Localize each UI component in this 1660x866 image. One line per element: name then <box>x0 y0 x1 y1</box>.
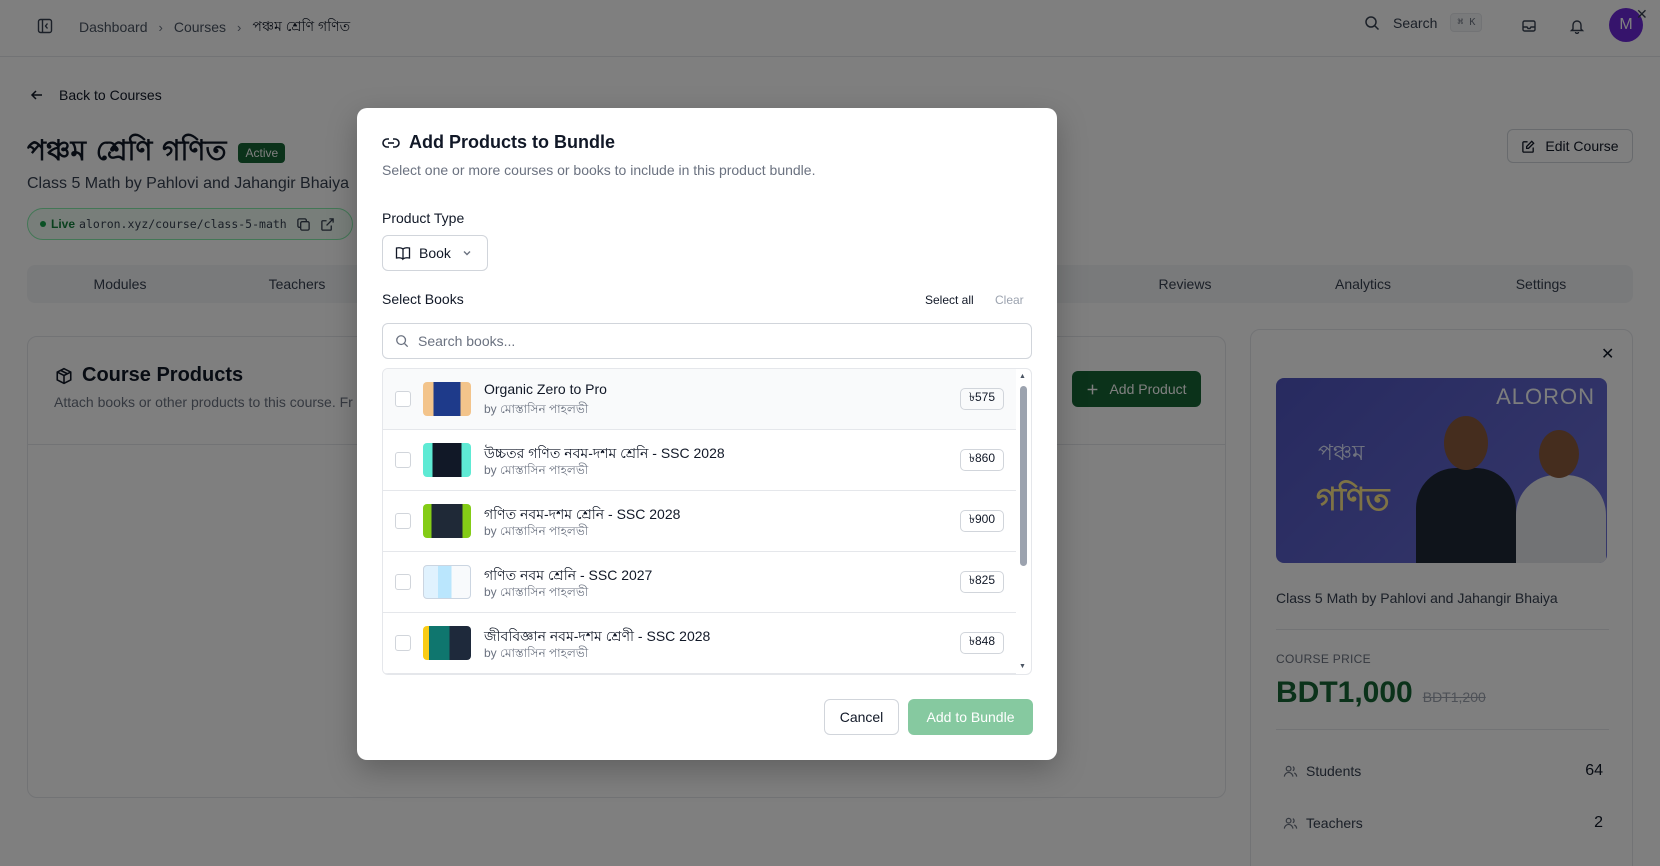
list-item[interactable]: Organic Zero to Pro by মোস্তাসিন পাহলভী … <box>383 369 1016 430</box>
book-cover <box>423 626 471 660</box>
book-price: ৳900 <box>960 510 1004 532</box>
book-checkbox[interactable] <box>395 452 411 468</box>
book-author: by মোস্তাসিন পাহলভী <box>484 463 589 477</box>
book-price: ৳848 <box>960 632 1004 654</box>
book-price: ৳860 <box>960 449 1004 471</box>
book-cover <box>423 565 471 599</box>
search-books-input[interactable] <box>418 333 1018 349</box>
book-checkbox[interactable] <box>395 635 411 651</box>
book-cover <box>423 382 471 416</box>
select-books-label: Select Books <box>382 291 464 307</box>
book-author: by মোস্তাসিন পাহলভী <box>484 402 589 416</box>
search-icon <box>396 335 409 348</box>
dialog-title: Add Products to Bundle <box>381 132 615 153</box>
book-price: ৳575 <box>960 388 1004 410</box>
dialog-title-text: Add Products to Bundle <box>409 132 615 152</box>
book-list: Organic Zero to Pro by মোস্তাসিন পাহলভী … <box>382 368 1032 675</box>
list-item[interactable]: গণিত নবম শ্রেনি - SSC 2027 by মোস্তাসিন … <box>383 552 1016 613</box>
book-checkbox[interactable] <box>395 391 411 407</box>
book-title: Organic Zero to Pro <box>484 381 607 397</box>
link-icon <box>382 137 400 148</box>
book-price: ৳825 <box>960 571 1004 593</box>
book-cover <box>423 504 471 538</box>
dialog-description: Select one or more courses or books to i… <box>382 162 816 178</box>
book-author: by মোস্তাসিন পাহলভী <box>484 585 589 599</box>
scroll-down-icon[interactable]: ▼ <box>1019 663 1026 670</box>
book-icon <box>395 247 411 261</box>
add-products-dialog: Add Products to Bundle Select one or mor… <box>357 108 1057 760</box>
scroll-thumb[interactable] <box>1020 386 1027 566</box>
cancel-button[interactable]: Cancel <box>824 699 899 735</box>
list-item[interactable]: উচ্চতর গণিত নবম-দশম শ্রেনি - SSC 2028 by… <box>383 430 1016 491</box>
book-author: by মোস্তাসিন পাহলভী <box>484 646 589 660</box>
book-checkbox[interactable] <box>395 513 411 529</box>
book-author: by মোস্তাসিন পাহলভী <box>484 524 589 538</box>
search-books-field[interactable] <box>382 323 1032 359</box>
list-item[interactable]: গণিত নবম-দশম শ্রেনি - SSC 2028 by মোস্তা… <box>383 491 1016 552</box>
select-all-button[interactable]: Select all <box>925 293 974 307</box>
list-item[interactable]: জীববিজ্ঞান নবম-দশম শ্রেণী - SSC 2028 by … <box>383 613 1016 674</box>
book-checkbox[interactable] <box>395 574 411 590</box>
book-cover <box>423 443 471 477</box>
product-type-select[interactable]: Book <box>382 235 488 271</box>
product-type-value: Book <box>419 245 451 261</box>
chevron-down-icon <box>463 251 471 256</box>
scrollbar[interactable]: ▲ ▼ <box>1015 369 1031 674</box>
clear-button[interactable]: Clear <box>995 293 1024 307</box>
product-type-label: Product Type <box>382 210 465 226</box>
add-to-bundle-button[interactable]: Add to Bundle <box>908 699 1033 735</box>
scroll-up-icon[interactable]: ▲ <box>1019 373 1026 380</box>
